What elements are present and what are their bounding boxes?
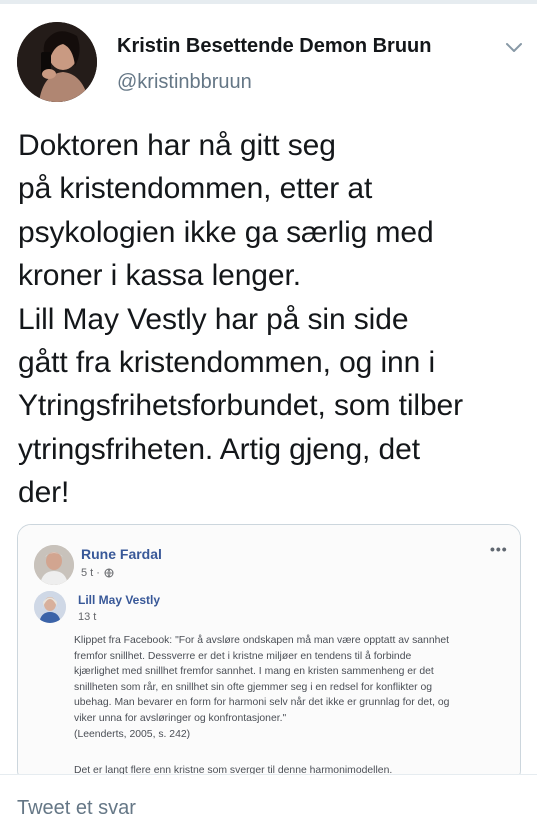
post-time: 5 t · [81,567,100,579]
more-options-icon: ••• [490,541,508,557]
author-handle[interactable]: @kristinbbruun [117,71,252,94]
top-edge [0,0,537,4]
post-author-avatar [34,545,74,585]
embedded-image-card[interactable]: Rune Fardal 5 t · ••• Lill May Vestly 13… [17,524,521,784]
comment-author-name: Lill May Vestly [78,593,161,607]
comment-author-avatar [34,591,66,623]
post-meta: 5 t · [81,567,114,579]
globe-icon [104,568,114,578]
tweet-header: Kristin Besettende Demon Bruun @kristinb… [0,14,537,106]
facebook-screenshot: Rune Fardal 5 t · ••• Lill May Vestly 13… [18,525,520,783]
comment-time: 13 t [78,611,97,623]
tweet-text: Doktoren har nå gitt seg på kristendomme… [18,129,464,510]
comment-text: Klippet fra Facebook: "For å avsløre ond… [74,635,450,740]
avatar[interactable] [17,22,97,102]
reply-bar: Tweet et svar [0,775,537,830]
reply-input[interactable]: Tweet et svar [17,797,136,820]
person-photo-icon [34,591,66,623]
chevron-down-icon[interactable] [500,36,528,60]
post-author-name: Rune Fardal [81,546,162,562]
profile-photo-icon [17,22,97,102]
author-display-name[interactable]: Kristin Besettende Demon Bruun [117,35,431,58]
person-photo-icon [34,545,74,585]
